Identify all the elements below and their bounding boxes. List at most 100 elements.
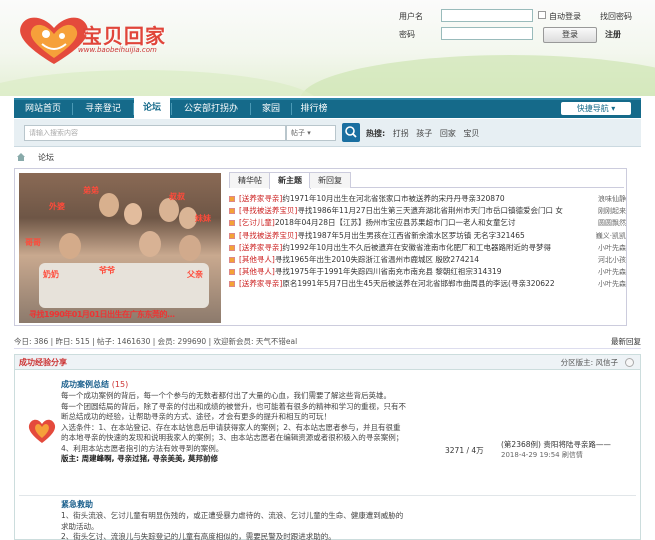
password-label: 密码	[399, 30, 415, 39]
thread-icon	[229, 256, 235, 263]
hot-term[interactable]: 宝贝	[463, 129, 479, 138]
thread-title-text[interactable]: 2018年04月28日【江苏】扬州市宝应县苏果超市门口一老人和女童乞讨	[275, 218, 516, 227]
thread-row[interactable]: [乞讨儿童]2018年04月28日【江苏】扬州市宝应县苏果超市门口一老人和女童乞…	[229, 217, 626, 229]
thread-title-text[interactable]: 约1992年10月出生不久后被遗弃在安徽省淮南市化肥厂和工电器路附近的寻梦得	[282, 243, 551, 252]
section-moderator: 分区版主: 风信子	[560, 358, 618, 367]
tab-new-threads[interactable]: 新主题	[269, 172, 311, 189]
nav-item-homeland[interactable]: 家园	[251, 100, 291, 118]
thread-category: [送养家寻亲]	[239, 194, 283, 203]
thread-author[interactable]: 小叶先森	[586, 266, 626, 278]
search-type-select[interactable]: 帖子 ▾	[286, 125, 336, 141]
thread-icon	[229, 244, 235, 251]
thread-row[interactable]: [寻找被送养宝贝]寻找1987年5月出生男孩在江西省新余渝水区罗坊镇 无名字32…	[229, 230, 626, 242]
home-icon[interactable]	[16, 152, 26, 163]
quick-nav-button[interactable]: 快捷导航 ▾	[561, 102, 631, 115]
search-bar: 请输入搜索内容 帖子 ▾ 热搜: 打拐 孩子 回家 宝贝	[14, 119, 641, 147]
last-post-title[interactable]: (第2368例) 贵阳将陆寻亲路——	[501, 439, 636, 450]
search-button[interactable]	[342, 123, 360, 142]
section-title[interactable]: 成功经验分享	[19, 357, 67, 368]
thread-row[interactable]: [送养家寻亲]原名1991年5月7日出生45天后被送养在河北省邯郸市曲周县的李远…	[229, 278, 626, 290]
hot-term[interactable]: 打拐	[393, 129, 409, 138]
breadcrumb-forum[interactable]: 论坛	[38, 152, 54, 163]
collapse-toggle-icon[interactable]	[625, 358, 634, 367]
thread-title: [寻找被送养宝贝]寻找1987年5月出生男孩在江西省新余渝水区罗坊镇 无名字32…	[239, 230, 579, 242]
forum-stats: 今日: 386 | 昨日: 515 | 帖子: 1461630 | 会员: 29…	[14, 335, 641, 349]
search-input[interactable]: 请输入搜索内容	[24, 125, 286, 141]
tab-new-replies[interactable]: 新回复	[309, 172, 351, 188]
photo-tag: 外婆	[49, 202, 65, 211]
thread-row[interactable]: [其他寻人]寻找1975年于1991年失踪四川省南充市南充县 黎朝红祖宗3143…	[229, 266, 626, 278]
photo-tag: 父亲	[187, 270, 203, 279]
hot-search-label: 热搜:	[366, 129, 386, 138]
forum-name: 成功案例总结 (15)	[61, 379, 128, 390]
username-label: 用户名	[399, 12, 423, 21]
nav-item-police[interactable]: 公安部打拐办	[172, 100, 250, 118]
thread-title-text[interactable]: 寻找1987年5月出生男孩在江西省新余渝水区罗坊镇 无名字321465	[297, 231, 524, 240]
thread-author[interactable]: 浪味仙静	[586, 193, 626, 205]
forgot-password-link[interactable]: 找回密码	[600, 11, 632, 22]
password-input[interactable]	[441, 27, 533, 40]
thread-category: [送养家寻亲]	[239, 242, 283, 252]
thread-row[interactable]: [送养家寻亲]约1992年10月出生不久后被遗弃在安徽省淮南市化肥厂和工电器路附…	[229, 242, 626, 254]
nav-item-home[interactable]: 网站首页	[14, 100, 72, 118]
forum-desc-line: 每一个团圆结局的背后，除了寻亲的付出和成绩的被誉升，也可能着有很多的精神和学习的…	[61, 401, 406, 422]
thread-icon	[229, 269, 235, 276]
main-nav: 网站首页 寻亲登记 论坛 公安部打拐办 家园 排行榜 快捷导航 ▾	[14, 98, 641, 118]
username-input[interactable]	[441, 9, 533, 22]
thread-title-text[interactable]: 寻找1975年于1991年失踪四川省南充市南充县 黎朝红祖宗314319	[275, 267, 502, 276]
photo-tag: 叔叔	[169, 192, 185, 201]
tab-digest[interactable]: 精华帖	[229, 172, 271, 188]
stats-text: 今日: 386 | 昨日: 515 | 帖子: 1461630 | 会员: 29…	[14, 337, 298, 346]
nav-item-register[interactable]: 寻亲登记	[73, 100, 133, 118]
thread-icon	[229, 281, 235, 288]
photo-tag: 弟弟	[83, 186, 99, 195]
forum-heart-icon[interactable]	[27, 417, 57, 445]
hot-term[interactable]: 回家	[440, 129, 456, 138]
thread-title-text[interactable]: 原名1991年5月7日出生45天后被送养在河北省邯郸市曲周县的李远(寻亲3206…	[282, 279, 554, 288]
nav-item-ranking[interactable]: 排行榜	[292, 100, 336, 118]
site-header: 宝贝回家 www.baobeihuijia.com 用户名 自动登录 找回密码 …	[0, 0, 655, 96]
thread-title-text[interactable]: 寻找1965年出生2010失踪浙江省温州市鹿城区 殷欧274214	[275, 255, 479, 264]
photo-tag: 妹妹	[195, 214, 211, 223]
thread-row[interactable]: [送养家寻亲]约1971年10月出生在河北省张家口市被送养的宋丹丹寻亲32087…	[229, 193, 626, 205]
thread-title: [其他寻人]寻找1975年于1991年失踪四川省南充市南充县 黎朝红祖宗3143…	[239, 266, 579, 278]
thread-title-text[interactable]: 约1971年10月出生在河北省张家口市被送养的宋丹丹寻亲320870	[282, 194, 504, 203]
thread-title: [其他寻人]寻找1965年出生2010失踪浙江省温州市鹿城区 殷欧274214	[239, 254, 579, 266]
nav-item-forum[interactable]: 论坛	[134, 98, 170, 118]
thread-row[interactable]: [其他寻人]寻找1965年出生2010失踪浙江省温州市鹿城区 殷欧274214 …	[229, 254, 626, 266]
login-panel: 用户名 自动登录 找回密码 密码 登录 注册	[395, 8, 655, 48]
thread-icon	[229, 196, 235, 202]
auto-login-checkbox[interactable]	[538, 11, 546, 19]
forum-description: 1、街头流浪、乞讨儿童有明显伤残的，或正遭受暴力虐待的、流浪、乞讨儿童的生命、健…	[61, 511, 406, 540]
thread-author[interactable]: 圆圆飘然	[586, 217, 626, 229]
photo-person	[99, 193, 119, 217]
thread-author[interactable]: 小叶先森	[586, 278, 626, 290]
forum-name-text[interactable]: 紧急救助	[61, 500, 93, 509]
thread-title: [乞讨儿童]2018年04月28日【江苏】扬州市宝应县苏果超市门口一老人和女童乞…	[239, 217, 579, 229]
thread-icon	[229, 208, 235, 215]
forum-last-post: (第2368例) 贵阳将陆寻亲路—— 2018-4-29 19:54 刷信情	[501, 439, 636, 461]
register-link[interactable]: 注册	[605, 29, 621, 40]
photo-caption[interactable]: 寻找1990年01月01日出生在广东东莞的...	[29, 309, 175, 320]
thread-tabs: 精华帖 新主题 新回复	[229, 172, 624, 189]
thread-title: [送养家寻亲]约1992年10月出生不久后被遗弃在安徽省淮南市化肥厂和工电器路附…	[239, 242, 579, 254]
latest-replies-link[interactable]: 最新回复	[611, 336, 641, 347]
forum-name-text[interactable]: 成功案例总结	[61, 380, 109, 389]
thread-author[interactable]: 巍义·凯凯	[586, 230, 626, 242]
thread-author[interactable]: 河北小孩	[586, 254, 626, 266]
breadcrumb: 论坛	[16, 151, 641, 165]
thread-author[interactable]: 刚刚起来	[586, 205, 626, 217]
forum-divider	[19, 495, 636, 496]
thread-title-text[interactable]: 寻找1986年11月27日出生第三天遗弃湖北省荆州市天门市岳口镇德爱会门口 女	[297, 206, 563, 215]
forum-name: 紧急救助	[61, 499, 93, 510]
photo-tag: 爷爷	[99, 266, 115, 275]
featured-photo[interactable]: 外婆 弟弟 叔叔 妹妹 哥哥 奶奶 爷爷 父亲 寻找1990年01月01日出生在…	[19, 173, 221, 323]
hot-term[interactable]: 孩子	[416, 129, 432, 138]
thread-title: [送养家寻亲]原名1991年5月7日出生45天后被送养在河北省邯郸市曲周县的李远…	[239, 278, 579, 290]
photo-person	[139, 231, 161, 257]
forum-thread-count: 3271 / 4万	[445, 446, 484, 455]
login-button[interactable]: 登录	[543, 27, 597, 43]
thread-row[interactable]: [寻找被送养宝贝]寻找1986年11月27日出生第三天遗弃湖北省荆州市天门市岳口…	[229, 205, 626, 217]
photo-person	[179, 235, 201, 261]
thread-author[interactable]: 小叶先森	[586, 242, 626, 254]
